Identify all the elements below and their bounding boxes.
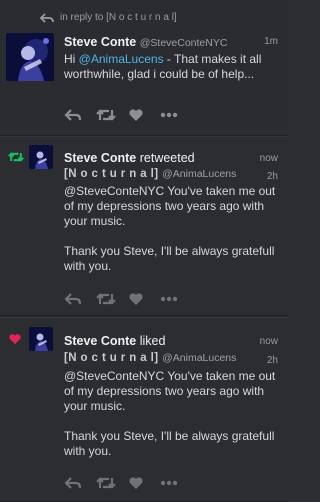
tweet-reply[interactable]: in reply to [N o c t u r n a l] Steve Co…: [0, 0, 288, 136]
reply-icon: [64, 293, 82, 305]
reply-icon: [64, 109, 82, 121]
reply-icon: [40, 12, 54, 23]
quoted-paragraph: @SteveConteNYC You've taken me out of my…: [64, 184, 276, 228]
quoted-paragraph: Thank you Steve, I'll be always grateful…: [64, 244, 275, 273]
retweet-icon: [96, 477, 116, 489]
retweet-icon: [8, 152, 24, 162]
more-button[interactable]: [160, 474, 192, 492]
retweet-button[interactable]: [96, 106, 128, 124]
author-handle: @SteveConteNYC: [139, 37, 228, 49]
retweet-button[interactable]: [96, 290, 128, 308]
quoted-timestamp[interactable]: 2h: [267, 171, 278, 182]
reply-button[interactable]: [64, 106, 96, 124]
more-icon: [160, 296, 178, 302]
heart-icon: [9, 334, 21, 345]
activity-like[interactable]: Steve Conte liked now [N o c t u r n a l…: [0, 317, 288, 502]
author-line[interactable]: Steve Conte @SteveConteNYC: [64, 35, 227, 49]
reply-icon: [64, 477, 82, 489]
quoted-text: @SteveConteNYC You've taken me out of my…: [64, 369, 276, 459]
actor-name[interactable]: Steve Conte: [64, 151, 136, 165]
more-icon: [160, 480, 178, 486]
tweet-text: Hi @AnimaLucens - That makes it all wort…: [64, 52, 276, 82]
timestamp[interactable]: now: [260, 153, 278, 164]
activity-line: Steve Conte retweeted: [64, 151, 195, 165]
activity-retweet[interactable]: Steve Conte retweeted now [N o c t u r n…: [0, 136, 288, 316]
more-icon: [160, 112, 178, 118]
heart-icon: [129, 293, 143, 305]
heart-icon: [129, 477, 143, 489]
like-button[interactable]: [128, 106, 160, 124]
avatar[interactable]: [29, 145, 53, 169]
reply-context-text: in reply to [N o c t u r n a l]: [60, 12, 177, 23]
mention-link[interactable]: @AnimaLucens: [79, 52, 164, 66]
activity-line: Steve Conte liked: [64, 334, 165, 348]
reply-button[interactable]: [64, 474, 96, 492]
like-button[interactable]: [128, 290, 160, 308]
quoted-author-line[interactable]: [N o c t u r n a l] @AnimaLucens: [64, 352, 236, 364]
avatar[interactable]: [29, 327, 53, 351]
tweet-actions: [64, 106, 192, 124]
reply-button[interactable]: [64, 290, 96, 308]
quoted-timestamp[interactable]: 2h: [267, 355, 278, 366]
quoted-author-line[interactable]: [N o c t u r n a l] @AnimaLucens: [64, 168, 236, 180]
retweet-button[interactable]: [96, 474, 128, 492]
heart-icon: [129, 109, 143, 121]
quoted-handle: @AnimaLucens: [162, 168, 237, 180]
quoted-author: [N o c t u r n a l]: [64, 352, 159, 364]
quoted-handle: @AnimaLucens: [162, 352, 237, 364]
quoted-text: @SteveConteNYC You've taken me out of my…: [64, 184, 276, 274]
more-button[interactable]: [160, 106, 192, 124]
author-name: Steve Conte: [64, 35, 137, 49]
timestamp[interactable]: now: [260, 336, 278, 347]
quoted-author: [N o c t u r n a l]: [64, 168, 159, 180]
like-button[interactable]: [128, 474, 160, 492]
reply-context[interactable]: in reply to [N o c t u r n a l]: [40, 12, 177, 23]
timestamp[interactable]: 1m: [264, 36, 278, 47]
actor-name[interactable]: Steve Conte: [64, 334, 136, 348]
tweet-text-part: Hi: [64, 52, 79, 66]
activity-verb: liked: [139, 334, 166, 348]
tweet-actions: [64, 474, 192, 492]
tweet-actions: [64, 290, 192, 308]
more-button[interactable]: [160, 290, 192, 308]
activity-verb: retweeted: [139, 151, 195, 165]
quoted-paragraph: @SteveConteNYC You've taken me out of my…: [64, 369, 276, 413]
quoted-paragraph: Thank you Steve, I'll be always grateful…: [64, 429, 275, 458]
retweet-icon: [96, 293, 116, 305]
avatar[interactable]: [6, 33, 54, 81]
retweet-icon: [96, 109, 116, 121]
